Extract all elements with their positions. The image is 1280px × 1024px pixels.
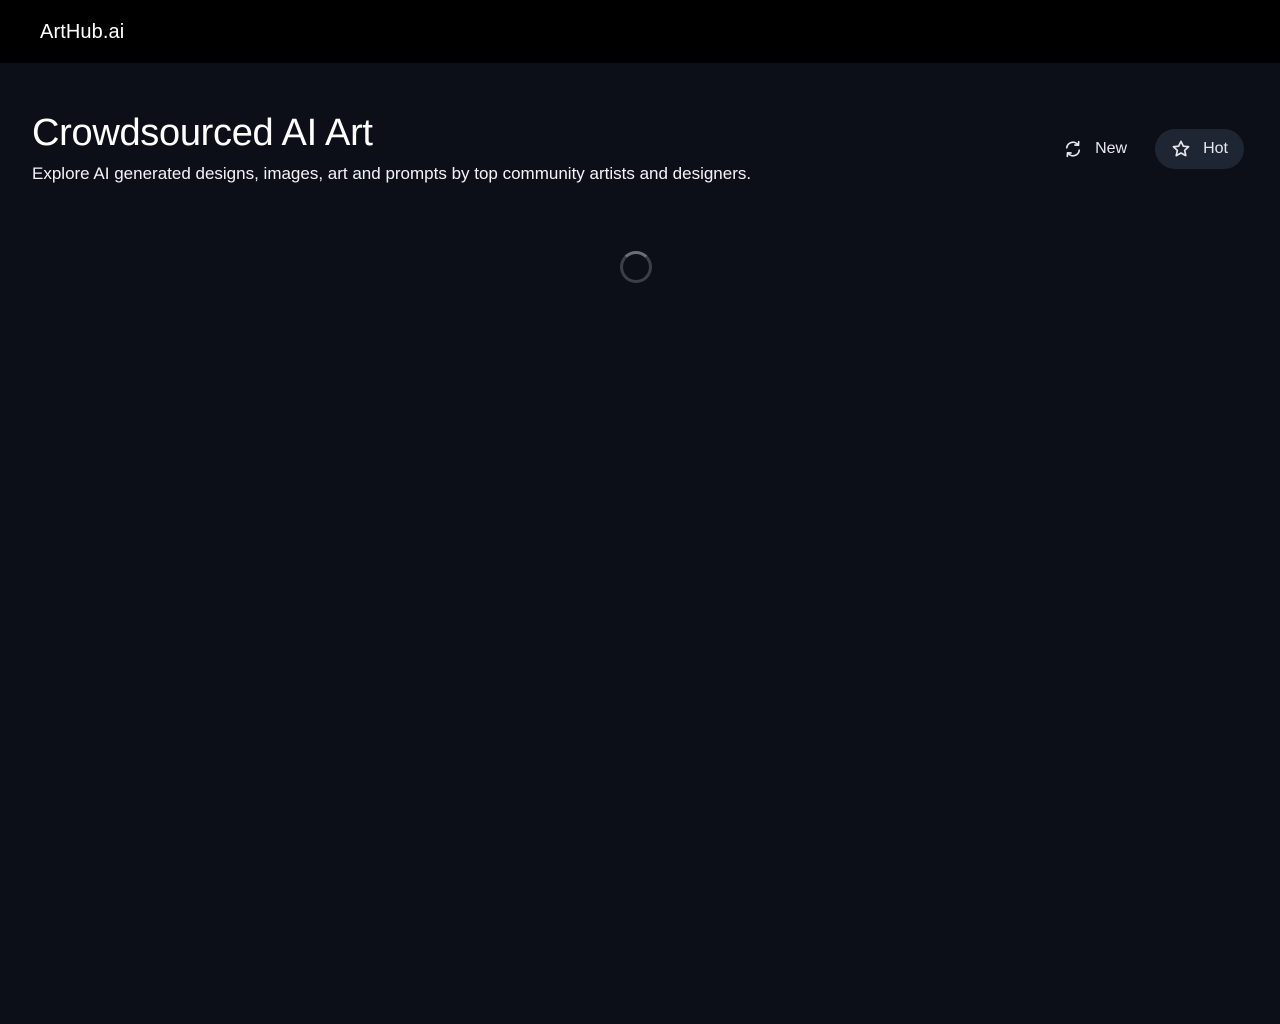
sort-new-label: New — [1095, 140, 1128, 157]
star-icon — [1171, 139, 1191, 159]
sort-hot-label: Hot — [1203, 140, 1228, 157]
page-title: Crowdsourced AI Art — [32, 112, 373, 154]
top-navbar: ArtHub.ai — [0, 0, 1280, 63]
site-logo[interactable]: ArtHub.ai — [40, 19, 124, 45]
sort-toggle-group: New Hot — [1047, 129, 1244, 169]
sort-new-button[interactable]: New — [1047, 129, 1143, 169]
refresh-icon — [1063, 139, 1083, 159]
page-subtitle: Explore AI generated designs, images, ar… — [32, 164, 752, 183]
sort-hot-button[interactable]: Hot — [1155, 129, 1244, 169]
loading-spinner-icon — [620, 251, 652, 283]
